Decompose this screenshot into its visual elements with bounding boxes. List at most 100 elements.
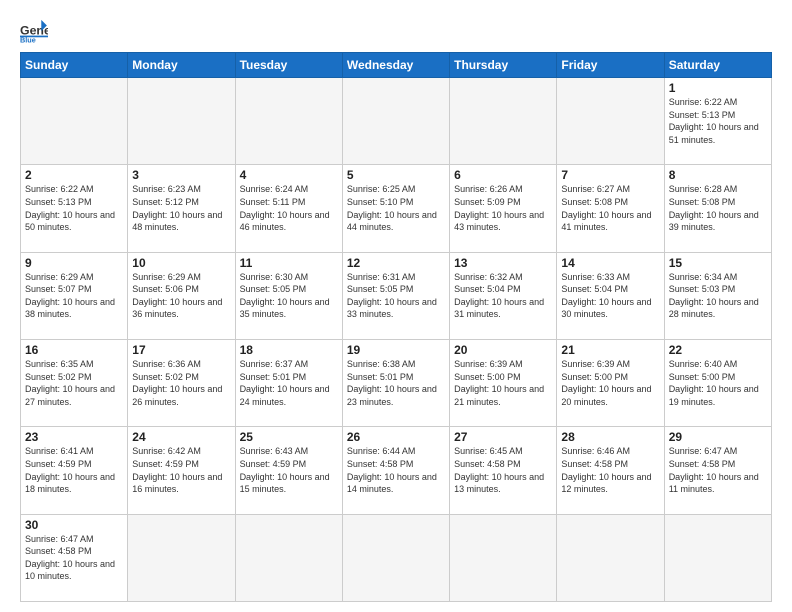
calendar-cell: 24Sunrise: 6:42 AMSunset: 4:59 PMDayligh… [128, 427, 235, 514]
day-number: 9 [25, 256, 123, 270]
day-number: 15 [669, 256, 767, 270]
calendar-cell: 22Sunrise: 6:40 AMSunset: 5:00 PMDayligh… [664, 339, 771, 426]
day-info: Sunrise: 6:36 AMSunset: 5:02 PMDaylight:… [132, 358, 230, 408]
calendar-cell [235, 514, 342, 601]
calendar-cell: 11Sunrise: 6:30 AMSunset: 5:05 PMDayligh… [235, 252, 342, 339]
header-sunday: Sunday [21, 53, 128, 78]
day-info: Sunrise: 6:42 AMSunset: 4:59 PMDaylight:… [132, 445, 230, 495]
calendar-week-row: 16Sunrise: 6:35 AMSunset: 5:02 PMDayligh… [21, 339, 772, 426]
calendar-cell: 4Sunrise: 6:24 AMSunset: 5:11 PMDaylight… [235, 165, 342, 252]
header-monday: Monday [128, 53, 235, 78]
day-number: 12 [347, 256, 445, 270]
calendar-cell: 15Sunrise: 6:34 AMSunset: 5:03 PMDayligh… [664, 252, 771, 339]
day-number: 18 [240, 343, 338, 357]
calendar-cell: 13Sunrise: 6:32 AMSunset: 5:04 PMDayligh… [450, 252, 557, 339]
day-info: Sunrise: 6:29 AMSunset: 5:07 PMDaylight:… [25, 271, 123, 321]
day-info: Sunrise: 6:23 AMSunset: 5:12 PMDaylight:… [132, 183, 230, 233]
calendar-cell: 1Sunrise: 6:22 AMSunset: 5:13 PMDaylight… [664, 78, 771, 165]
day-number: 14 [561, 256, 659, 270]
calendar-cell [557, 514, 664, 601]
day-number: 4 [240, 168, 338, 182]
day-info: Sunrise: 6:40 AMSunset: 5:00 PMDaylight:… [669, 358, 767, 408]
calendar-cell: 28Sunrise: 6:46 AMSunset: 4:58 PMDayligh… [557, 427, 664, 514]
day-info: Sunrise: 6:39 AMSunset: 5:00 PMDaylight:… [454, 358, 552, 408]
header-tuesday: Tuesday [235, 53, 342, 78]
calendar-cell [557, 78, 664, 165]
calendar-cell: 14Sunrise: 6:33 AMSunset: 5:04 PMDayligh… [557, 252, 664, 339]
day-number: 19 [347, 343, 445, 357]
logo-shape: General Blue [20, 16, 48, 44]
calendar-week-row: 9Sunrise: 6:29 AMSunset: 5:07 PMDaylight… [21, 252, 772, 339]
calendar-cell [342, 514, 449, 601]
header: General Blue [20, 16, 772, 44]
day-info: Sunrise: 6:39 AMSunset: 5:00 PMDaylight:… [561, 358, 659, 408]
day-number: 17 [132, 343, 230, 357]
day-info: Sunrise: 6:47 AMSunset: 4:58 PMDaylight:… [25, 533, 123, 583]
day-info: Sunrise: 6:32 AMSunset: 5:04 PMDaylight:… [454, 271, 552, 321]
day-info: Sunrise: 6:28 AMSunset: 5:08 PMDaylight:… [669, 183, 767, 233]
day-info: Sunrise: 6:25 AMSunset: 5:10 PMDaylight:… [347, 183, 445, 233]
header-thursday: Thursday [450, 53, 557, 78]
day-info: Sunrise: 6:37 AMSunset: 5:01 PMDaylight:… [240, 358, 338, 408]
logo: General Blue [20, 16, 48, 44]
day-number: 27 [454, 430, 552, 444]
day-info: Sunrise: 6:22 AMSunset: 5:13 PMDaylight:… [669, 96, 767, 146]
day-number: 1 [669, 81, 767, 95]
day-info: Sunrise: 6:27 AMSunset: 5:08 PMDaylight:… [561, 183, 659, 233]
day-info: Sunrise: 6:38 AMSunset: 5:01 PMDaylight:… [347, 358, 445, 408]
calendar-cell: 25Sunrise: 6:43 AMSunset: 4:59 PMDayligh… [235, 427, 342, 514]
day-number: 6 [454, 168, 552, 182]
calendar-cell: 19Sunrise: 6:38 AMSunset: 5:01 PMDayligh… [342, 339, 449, 426]
day-number: 5 [347, 168, 445, 182]
calendar-cell: 8Sunrise: 6:28 AMSunset: 5:08 PMDaylight… [664, 165, 771, 252]
calendar-cell: 9Sunrise: 6:29 AMSunset: 5:07 PMDaylight… [21, 252, 128, 339]
day-number: 28 [561, 430, 659, 444]
day-number: 23 [25, 430, 123, 444]
day-info: Sunrise: 6:22 AMSunset: 5:13 PMDaylight:… [25, 183, 123, 233]
calendar-page: General Blue Sunday Monday Tuesday Wedne… [0, 0, 792, 612]
calendar-cell [128, 514, 235, 601]
day-info: Sunrise: 6:46 AMSunset: 4:58 PMDaylight:… [561, 445, 659, 495]
header-wednesday: Wednesday [342, 53, 449, 78]
header-friday: Friday [557, 53, 664, 78]
calendar-cell: 23Sunrise: 6:41 AMSunset: 4:59 PMDayligh… [21, 427, 128, 514]
day-info: Sunrise: 6:33 AMSunset: 5:04 PMDaylight:… [561, 271, 659, 321]
calendar-cell: 17Sunrise: 6:36 AMSunset: 5:02 PMDayligh… [128, 339, 235, 426]
day-number: 13 [454, 256, 552, 270]
day-number: 20 [454, 343, 552, 357]
weekday-header-row: Sunday Monday Tuesday Wednesday Thursday… [21, 53, 772, 78]
day-number: 25 [240, 430, 338, 444]
day-info: Sunrise: 6:31 AMSunset: 5:05 PMDaylight:… [347, 271, 445, 321]
day-number: 2 [25, 168, 123, 182]
day-info: Sunrise: 6:41 AMSunset: 4:59 PMDaylight:… [25, 445, 123, 495]
calendar-week-row: 30Sunrise: 6:47 AMSunset: 4:58 PMDayligh… [21, 514, 772, 601]
day-info: Sunrise: 6:35 AMSunset: 5:02 PMDaylight:… [25, 358, 123, 408]
calendar-cell: 5Sunrise: 6:25 AMSunset: 5:10 PMDaylight… [342, 165, 449, 252]
calendar-week-row: 23Sunrise: 6:41 AMSunset: 4:59 PMDayligh… [21, 427, 772, 514]
calendar-cell: 27Sunrise: 6:45 AMSunset: 4:58 PMDayligh… [450, 427, 557, 514]
day-number: 29 [669, 430, 767, 444]
calendar-cell: 10Sunrise: 6:29 AMSunset: 5:06 PMDayligh… [128, 252, 235, 339]
calendar-cell: 18Sunrise: 6:37 AMSunset: 5:01 PMDayligh… [235, 339, 342, 426]
day-info: Sunrise: 6:30 AMSunset: 5:05 PMDaylight:… [240, 271, 338, 321]
day-number: 3 [132, 168, 230, 182]
day-info: Sunrise: 6:43 AMSunset: 4:59 PMDaylight:… [240, 445, 338, 495]
day-number: 8 [669, 168, 767, 182]
day-number: 7 [561, 168, 659, 182]
calendar-cell: 7Sunrise: 6:27 AMSunset: 5:08 PMDaylight… [557, 165, 664, 252]
calendar-cell [664, 514, 771, 601]
calendar-cell: 12Sunrise: 6:31 AMSunset: 5:05 PMDayligh… [342, 252, 449, 339]
calendar-cell: 2Sunrise: 6:22 AMSunset: 5:13 PMDaylight… [21, 165, 128, 252]
day-number: 21 [561, 343, 659, 357]
day-info: Sunrise: 6:34 AMSunset: 5:03 PMDaylight:… [669, 271, 767, 321]
day-number: 11 [240, 256, 338, 270]
logo-icon: General Blue [20, 16, 48, 44]
calendar-cell: 3Sunrise: 6:23 AMSunset: 5:12 PMDaylight… [128, 165, 235, 252]
calendar-cell [21, 78, 128, 165]
day-info: Sunrise: 6:45 AMSunset: 4:58 PMDaylight:… [454, 445, 552, 495]
day-number: 22 [669, 343, 767, 357]
calendar-cell: 30Sunrise: 6:47 AMSunset: 4:58 PMDayligh… [21, 514, 128, 601]
day-info: Sunrise: 6:24 AMSunset: 5:11 PMDaylight:… [240, 183, 338, 233]
calendar-cell [128, 78, 235, 165]
calendar-cell: 29Sunrise: 6:47 AMSunset: 4:58 PMDayligh… [664, 427, 771, 514]
